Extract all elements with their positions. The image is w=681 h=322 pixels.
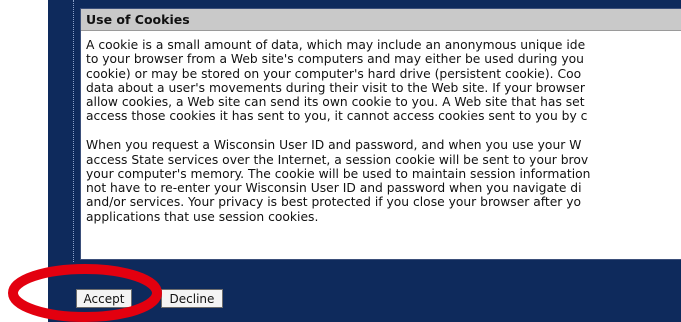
dialog-body: A cookie is a small amount of data, whic… bbox=[86, 38, 681, 239]
text-line: access State services over the Internet,… bbox=[86, 152, 589, 167]
text-line: not have to re-enter your Wisconsin User… bbox=[86, 181, 582, 196]
cookie-dialog: Use of Cookies A cookie is a small amoun… bbox=[80, 8, 681, 260]
accept-button[interactable]: Accept bbox=[76, 289, 132, 308]
text-line: A cookie is a small amount of data, whic… bbox=[86, 38, 586, 52]
text-line: applications that use session cookies. bbox=[86, 209, 319, 224]
decline-button[interactable]: Decline bbox=[161, 289, 223, 308]
frame-border bbox=[54, 0, 74, 262]
text-line: your computer's memory. The cookie will … bbox=[86, 166, 591, 181]
screen: Use of Cookies A cookie is a small amoun… bbox=[0, 0, 681, 322]
cookie-paragraph-2: When you request a Wisconsin User ID and… bbox=[86, 138, 681, 224]
text-line: data about a user's movements during the… bbox=[86, 80, 585, 95]
text-line: and/or services. Your privacy is best pr… bbox=[86, 195, 582, 210]
text-line: to your browser from a Web site's comput… bbox=[86, 52, 584, 67]
text-line: access those cookies it has sent to you,… bbox=[86, 109, 588, 124]
text-line: allow cookies, a Web site can send its o… bbox=[86, 95, 585, 110]
text-line: When you request a Wisconsin User ID and… bbox=[86, 138, 582, 153]
cookie-paragraph-1: A cookie is a small amount of data, whic… bbox=[86, 38, 681, 124]
text-line: cookie) or may be stored on your compute… bbox=[86, 66, 582, 81]
dialog-title: Use of Cookies bbox=[81, 9, 681, 31]
